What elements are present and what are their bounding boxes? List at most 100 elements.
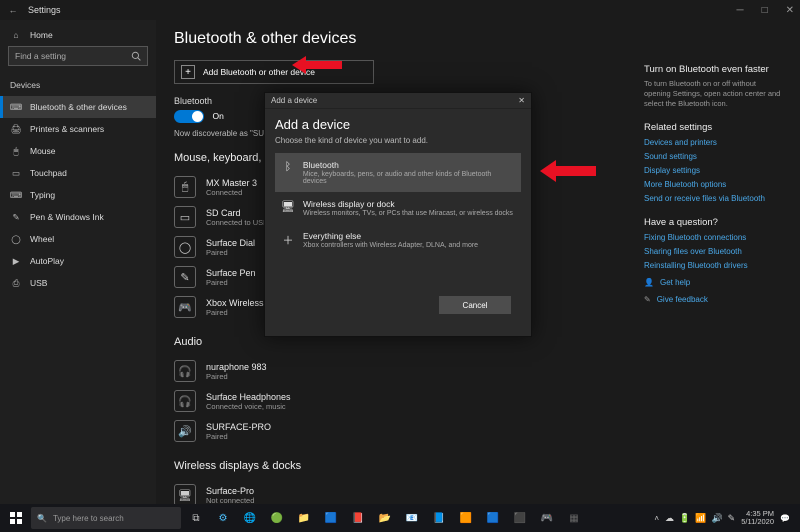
- device-item[interactable]: 🎧nuraphone 983Paired: [174, 356, 782, 386]
- option-title: Wireless display or dock: [303, 199, 513, 209]
- back-button[interactable]: ←: [6, 5, 20, 15]
- window-title: Settings: [28, 5, 61, 15]
- plus-icon: +: [181, 65, 195, 79]
- mouse-icon: 🖱: [10, 145, 22, 157]
- taskbar-app-icon[interactable]: 🎮: [535, 506, 559, 530]
- taskbar-app-icon[interactable]: 📕: [346, 506, 370, 530]
- related-link[interactable]: Fixing Bluetooth connections: [644, 233, 782, 242]
- touchpad-icon: ▭: [10, 167, 22, 179]
- dialog-close-button[interactable]: ✕: [518, 96, 525, 105]
- volume-icon[interactable]: 🔊: [711, 513, 722, 524]
- device-status: Connected: [206, 188, 257, 197]
- tray-icon[interactable]: ✎: [728, 513, 736, 524]
- taskbar-search[interactable]: 🔍 Type here to search: [31, 507, 181, 529]
- device-item[interactable]: 🖥Surface-ProNot connected: [174, 480, 782, 504]
- device-status: Paired: [206, 248, 255, 257]
- taskbar-app-icon[interactable]: 📂: [373, 506, 397, 530]
- related-link[interactable]: Devices and printers: [644, 138, 782, 147]
- dialog-option-everything[interactable]: ＋ Everything elseXbox controllers with W…: [275, 224, 521, 256]
- related-link[interactable]: More Bluetooth options: [644, 180, 782, 189]
- notifications-button[interactable]: 💬: [780, 514, 790, 523]
- close-button[interactable]: ✕: [786, 5, 794, 16]
- section-audio-head: Audio: [174, 336, 782, 348]
- windows-icon: [10, 512, 22, 524]
- device-name: nuraphone 983: [206, 362, 267, 372]
- device-icon: 🖥: [174, 484, 196, 504]
- sidebar-item-mouse[interactable]: 🖱Mouse: [0, 140, 156, 162]
- taskbar-clock[interactable]: 4:35 PM 5/11/2020: [741, 510, 774, 527]
- home-label: Home: [30, 30, 53, 40]
- device-name: Surface Dial: [206, 238, 255, 248]
- sidebar-item-label: Typing: [30, 190, 55, 200]
- bluetooth-icon: ᛒ: [281, 161, 295, 173]
- add-device-dialog: Add a device ✕ Add a device Choose the k…: [264, 92, 532, 337]
- system-tray[interactable]: ☁ 🔋 📶 🔊 ✎: [665, 513, 735, 524]
- sidebar-item-wheel[interactable]: ◯ Wheel: [0, 228, 156, 250]
- taskbar-app-icon[interactable]: 🟦: [319, 506, 343, 530]
- dialog-cancel-button[interactable]: Cancel: [439, 296, 511, 314]
- bluetooth-state: On: [213, 111, 224, 121]
- sidebar-item-printers[interactable]: 🖨Printers & scanners: [0, 118, 156, 140]
- related-link[interactable]: Reinstalling Bluetooth drivers: [644, 261, 782, 270]
- right-tip-text: To turn Bluetooth on or off without open…: [644, 79, 782, 108]
- sidebar-item-touchpad[interactable]: ▭Touchpad: [0, 162, 156, 184]
- get-help-link[interactable]: 👤Get help: [644, 278, 782, 287]
- sidebar-item-pen[interactable]: ✎Pen & Windows Ink: [0, 206, 156, 228]
- tray-icon[interactable]: 🔋: [679, 513, 690, 524]
- give-feedback-link[interactable]: ✎Give feedback: [644, 295, 782, 304]
- dialog-titlebar: Add a device ✕: [265, 93, 531, 109]
- device-icon: ▭: [174, 206, 196, 228]
- task-view-button[interactable]: ⧉: [184, 506, 208, 530]
- option-desc: Wireless monitors, TVs, or PCs that use …: [303, 210, 513, 217]
- minimize-button[interactable]: ─: [736, 5, 743, 16]
- related-link[interactable]: Display settings: [644, 166, 782, 175]
- taskbar-app-icon[interactable]: ⬛: [508, 506, 532, 530]
- taskbar-app-icon[interactable]: 📘: [427, 506, 451, 530]
- sidebar-item-label: Pen & Windows Ink: [30, 212, 104, 222]
- taskbar-app-icon[interactable]: 🟢: [265, 506, 289, 530]
- wifi-icon[interactable]: 📶: [695, 513, 706, 524]
- tray-icon[interactable]: ☁: [665, 513, 674, 524]
- dialog-option-bluetooth[interactable]: ᛒ BluetoothMice, keyboards, pens, or aud…: [275, 153, 521, 192]
- usb-icon: ⎙: [10, 277, 22, 289]
- page-title: Bluetooth & other devices: [174, 30, 782, 48]
- bluetooth-toggle[interactable]: [174, 110, 204, 123]
- device-icon: ✎: [174, 266, 196, 288]
- start-button[interactable]: [4, 506, 28, 530]
- search-input[interactable]: Find a setting: [8, 46, 148, 66]
- related-link[interactable]: Send or receive files via Bluetooth: [644, 194, 782, 203]
- taskbar-app-icon[interactable]: 🌐: [238, 506, 262, 530]
- right-pane: Turn on Bluetooth even faster To turn Bl…: [644, 50, 782, 304]
- option-desc: Mice, keyboards, pens, or audio and othe…: [303, 171, 515, 185]
- sidebar-home[interactable]: ⌂ Home: [0, 24, 156, 46]
- related-link[interactable]: Sound settings: [644, 152, 782, 161]
- taskbar-app-icon[interactable]: 🟦: [481, 506, 505, 530]
- dialog-subtitle: Choose the kind of device you want to ad…: [275, 136, 521, 145]
- sidebar-item-bluetooth[interactable]: ⌨Bluetooth & other devices: [0, 96, 156, 118]
- taskbar-app-icon[interactable]: 📧: [400, 506, 424, 530]
- taskbar-app-icon[interactable]: 📁: [292, 506, 316, 530]
- right-head-related: Related settings: [644, 122, 782, 133]
- sidebar-item-label: Wheel: [30, 234, 54, 244]
- home-icon: ⌂: [10, 29, 22, 41]
- related-link[interactable]: Sharing files over Bluetooth: [644, 247, 782, 256]
- device-icon: 🖱: [174, 176, 196, 198]
- sidebar-item-label: USB: [30, 278, 47, 288]
- dialog-option-wireless[interactable]: 🖥 Wireless display or dockWireless monit…: [275, 192, 521, 224]
- taskbar-app-icon[interactable]: 🟧: [454, 506, 478, 530]
- sidebar-item-usb[interactable]: ⎙ USB: [0, 272, 156, 294]
- device-item[interactable]: 🎧Surface HeadphonesConnected voice, musi…: [174, 386, 782, 416]
- feedback-icon: ✎: [644, 295, 651, 304]
- add-device-button[interactable]: + Add Bluetooth or other device: [174, 60, 374, 84]
- maximize-button[interactable]: □: [762, 5, 768, 16]
- sidebar-item-typing[interactable]: ⌨Typing: [0, 184, 156, 206]
- taskbar-search-placeholder: Type here to search: [53, 514, 124, 523]
- taskbar-app-icon[interactable]: ▦: [562, 506, 586, 530]
- sidebar-item-label: Bluetooth & other devices: [30, 102, 127, 112]
- sidebar-item-autoplay[interactable]: ▶AutoPlay: [0, 250, 156, 272]
- printer-icon: 🖨: [10, 123, 22, 135]
- taskbar-app-icon[interactable]: ⚙: [211, 506, 235, 530]
- device-item[interactable]: 🔊SURFACE-PROPaired: [174, 416, 782, 446]
- tray-chevron-icon[interactable]: ˄: [654, 514, 659, 523]
- wheel-icon: ◯: [10, 233, 22, 245]
